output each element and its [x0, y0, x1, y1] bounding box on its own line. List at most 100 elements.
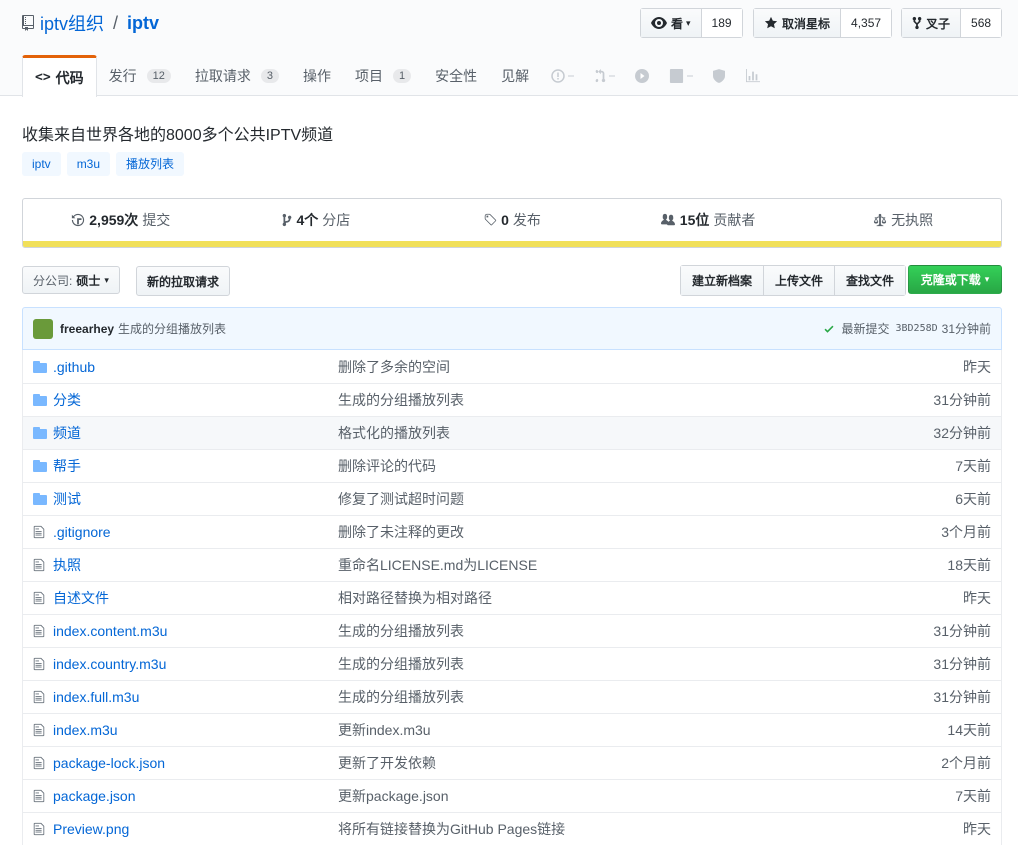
fork-icon: [912, 16, 922, 30]
file-name-link[interactable]: 执照: [53, 555, 338, 575]
repo-owner-link[interactable]: iptv组织: [40, 10, 104, 36]
commits-label: 提交: [142, 212, 171, 228]
file-name-link[interactable]: Preview.png: [53, 821, 338, 837]
file-row-readme: 自述文件 相对路径替换为相对路径 昨天: [23, 581, 1001, 614]
file-row-tests: 测试 修复了测试超时问题 6天前: [23, 482, 1001, 515]
file-name-link[interactable]: package.json: [53, 788, 338, 804]
file-commit-message[interactable]: 修复了测试超时问题: [338, 489, 881, 509]
license-link[interactable]: 无执照: [805, 210, 1001, 230]
file-age: 昨天: [963, 590, 991, 606]
fork-count[interactable]: 568: [961, 9, 1002, 37]
branches-label: 分店: [322, 212, 351, 228]
file-commit-message[interactable]: 相对路径替换为相对路径: [338, 588, 881, 608]
branch-select-button[interactable]: 分公司: 硕士 ▾: [22, 266, 120, 294]
file-name-link[interactable]: index.content.m3u: [53, 623, 338, 639]
file-commit-message[interactable]: 删除了未注释的更改: [338, 522, 881, 542]
file-name-link[interactable]: index.full.m3u: [53, 689, 338, 705]
file-commit-message[interactable]: 生成的分组播放列表: [338, 654, 881, 674]
file-commit-message[interactable]: 格式化的播放列表: [338, 423, 881, 443]
topic-tag[interactable]: 播放列表: [116, 152, 185, 176]
code-icon: <>: [35, 70, 51, 85]
file-row-preview: Preview.png 将所有链接替换为GitHub Pages链接 昨天: [23, 812, 1001, 845]
file-name-link[interactable]: 分类: [53, 390, 338, 410]
pull-request-ghost-icon[interactable]: [584, 55, 625, 96]
upload-files-button[interactable]: 上传文件: [764, 266, 836, 295]
releases-link[interactable]: 0 发布: [414, 210, 610, 230]
chevron-down-icon: ▾: [984, 274, 990, 284]
commits-link[interactable]: 2,959次 提交: [23, 210, 219, 230]
tab-releases[interactable]: 发行 12: [97, 55, 183, 96]
fork-group: 叉子 568: [901, 8, 1003, 38]
file-name-link[interactable]: 测试: [53, 489, 338, 509]
repo-nav-tabs: <> 代码 发行 12 拉取请求 3 操作 项目 1 安全性 见解: [22, 55, 771, 97]
file-name-link[interactable]: 频道: [53, 423, 338, 443]
commit-author[interactable]: freearhey: [60, 322, 114, 336]
file-commit-message[interactable]: 生成的分组播放列表: [338, 621, 881, 641]
file-name-link[interactable]: package-lock.json: [53, 755, 338, 771]
file-icon: [33, 525, 49, 539]
project-ghost-icon[interactable]: [659, 55, 703, 96]
file-actions: 建立新档案 上传文件 查找文件: [680, 265, 907, 296]
tab-security[interactable]: 安全性: [423, 55, 489, 96]
file-name-link[interactable]: 自述文件: [53, 588, 338, 608]
file-commit-message[interactable]: 将所有链接替换为GitHub Pages链接: [338, 819, 881, 839]
create-file-button[interactable]: 建立新档案: [681, 266, 765, 295]
repo-header: iptv组织 / iptv 看 ▾ 189 取消星标 4,357 叉子 568 …: [0, 0, 1018, 97]
folder-icon: [33, 460, 49, 472]
avatar[interactable]: [33, 318, 53, 339]
file-commit-message[interactable]: 更新index.m3u: [338, 720, 881, 740]
file-age: 昨天: [963, 821, 991, 837]
file-row-license: 执照 重命名LICENSE.md为LICENSE 18天前: [23, 548, 1001, 581]
tab-actions[interactable]: 操作: [291, 55, 343, 96]
play-ghost-icon[interactable]: [625, 55, 659, 96]
tab-insights[interactable]: 见解: [489, 55, 541, 96]
branch-prefix: 分公司:: [33, 273, 73, 288]
file-name-link[interactable]: .gitignore: [53, 524, 338, 540]
star-count[interactable]: 4,357: [841, 9, 892, 37]
commit-message[interactable]: 生成的分组播放列表: [118, 320, 226, 337]
file-commit-message[interactable]: 删除评论的代码: [338, 456, 881, 476]
graph-ghost-icon[interactable]: [735, 55, 771, 96]
file-icon: [33, 723, 49, 737]
topic-tag[interactable]: m3u: [66, 152, 111, 176]
file-commit-message[interactable]: 生成的分组播放列表: [338, 390, 881, 410]
watch-count[interactable]: 189: [701, 9, 742, 37]
issue-ghost-icon[interactable]: [541, 55, 584, 96]
file-name-link[interactable]: index.country.m3u: [53, 656, 338, 672]
watch-button[interactable]: 看 ▾: [641, 9, 702, 37]
file-name-link[interactable]: 帮手: [53, 456, 338, 476]
branch-name: 硕士: [76, 273, 101, 288]
file-commit-message[interactable]: 更新了开发依赖: [338, 753, 881, 773]
fork-label: 叉子: [926, 16, 951, 31]
file-commit-message[interactable]: 更新package.json: [338, 786, 881, 806]
chevron-down-icon: ▾: [104, 274, 109, 285]
license-label: 无执照: [891, 212, 934, 228]
commits-count: 2,959次: [89, 212, 139, 228]
tab-label: 代码: [55, 69, 84, 86]
fork-button[interactable]: 叉子: [902, 9, 962, 37]
repo-name-link[interactable]: iptv: [127, 13, 159, 34]
shield-ghost-icon[interactable]: [703, 55, 735, 96]
commit-sha[interactable]: 3BD258D: [895, 323, 937, 334]
file-icon: [33, 591, 49, 605]
file-commit-message[interactable]: 生成的分组播放列表: [338, 687, 881, 707]
file-name-link[interactable]: .github: [53, 359, 338, 375]
file-age: 6天前: [955, 491, 991, 507]
file-commit-message[interactable]: 重命名LICENSE.md为LICENSE: [338, 555, 881, 575]
file-name-link[interactable]: index.m3u: [53, 722, 338, 738]
clone-download-button[interactable]: 克隆或下载 ▾: [908, 265, 1002, 294]
tab-projects[interactable]: 项目 1: [343, 55, 423, 96]
topic-list: iptv m3u 播放列表: [22, 152, 185, 176]
topic-tag[interactable]: iptv: [22, 152, 61, 176]
new-pull-request-button[interactable]: 新的拉取请求: [136, 266, 231, 296]
branches-count: 4个: [296, 212, 319, 228]
branches-link[interactable]: 4个 分店: [219, 210, 415, 230]
tab-code[interactable]: <> 代码: [22, 55, 97, 97]
file-age: 7天前: [955, 458, 991, 474]
file-age: 32分钟前: [933, 425, 991, 441]
contributors-link[interactable]: 15位 贡献者: [610, 210, 806, 230]
find-file-button[interactable]: 查找文件: [835, 266, 906, 295]
star-button[interactable]: 取消星标: [754, 9, 842, 37]
tab-pull-requests[interactable]: 拉取请求 3: [183, 55, 291, 96]
file-commit-message[interactable]: 删除了多余的空间: [338, 357, 881, 377]
